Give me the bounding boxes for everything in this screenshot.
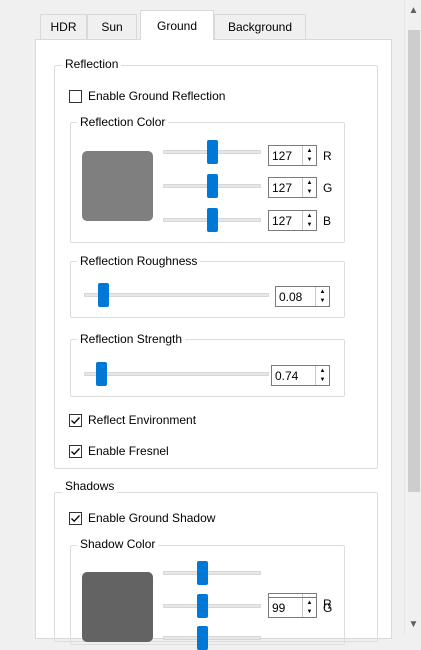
tab-label: Background [227,20,293,34]
tab-ground[interactable]: Ground [140,10,214,40]
tab-label: Sun [101,20,123,34]
reflection-g-slider[interactable] [163,174,261,198]
slider-thumb[interactable] [207,174,218,198]
slider-thumb[interactable] [96,362,107,386]
checkbox-box [69,413,82,427]
reflection-g-spinbox[interactable]: 127 ▲ ▼ [268,177,317,198]
slider-thumb[interactable] [197,594,208,618]
spin-down-icon[interactable]: ▼ [303,156,316,166]
slider-track [163,604,261,608]
reflection-color-title: Reflection Color [77,115,169,129]
reflection-roughness-spinbox[interactable]: 0.08 ▲ ▼ [275,286,330,307]
slider-track [163,636,261,640]
reflection-b-spinbox[interactable]: 127 ▲ ▼ [268,210,317,231]
spin-up-icon[interactable]: ▲ [303,598,316,608]
spinbox-value: 0.74 [275,368,299,383]
spinbox-value: 99 [272,600,286,615]
spin-down-icon[interactable]: ▼ [316,297,329,307]
channel-label-b: B [323,214,332,228]
slider-thumb[interactable] [197,561,208,585]
chevron-up-icon[interactable]: ▲ [405,2,421,19]
enable-ground-reflection-checkbox[interactable]: Enable Ground Reflection [69,89,225,103]
tab-label: HDR [50,20,77,34]
spin-up-icon[interactable]: ▲ [316,366,329,376]
checkbox-box [69,444,82,458]
enable-fresnel-checkbox[interactable]: Enable Fresnel [69,444,169,458]
checkbox-box [69,511,82,525]
checkbox-label: Enable Ground Shadow [88,511,216,525]
tab-label: Ground [156,18,198,33]
spin-down-icon[interactable]: ▼ [316,376,329,386]
reflection-r-slider[interactable] [163,140,261,164]
vertical-scrollbar[interactable]: ▲ ▼ [404,0,421,635]
channel-label-g: G [323,181,333,195]
slider-track [163,571,261,575]
spin-down-icon[interactable]: ▼ [303,221,316,231]
spin-up-icon[interactable]: ▲ [316,287,329,297]
reflection-strength-title: Reflection Strength [77,332,186,346]
checkmark-icon [71,447,80,455]
scrollbar-thumb[interactable] [408,30,420,492]
reflection-strength-spinbox[interactable]: 0.74 ▲ ▼ [271,365,330,386]
slider-thumb[interactable] [207,208,218,232]
reflection-color-swatch[interactable] [82,151,153,221]
shadow-r-slider[interactable] [163,561,261,585]
tab-hdr[interactable]: HDR [40,14,87,39]
chevron-down-icon[interactable]: ▼ [405,616,421,633]
tab-sun[interactable]: Sun [87,14,137,39]
spin-up-icon[interactable]: ▲ [303,178,316,188]
slider-thumb[interactable] [197,626,208,650]
reflect-environment-checkbox[interactable]: Reflect Environment [69,413,196,427]
spin-down-icon[interactable]: ▼ [303,188,316,198]
reflection-roughness-title: Reflection Roughness [77,254,201,268]
enable-ground-shadow-checkbox[interactable]: Enable Ground Shadow [69,511,215,525]
shadow-b-slider[interactable] [163,626,261,650]
slider-thumb[interactable] [207,140,218,164]
reflection-r-spinbox[interactable]: 127 ▲ ▼ [268,145,317,166]
slider-track [84,372,269,376]
checkbox-box [69,89,82,103]
reflection-group-title: Reflection [62,57,122,71]
slider-track [84,293,269,297]
checkbox-label: Enable Ground Reflection [88,89,226,103]
spinbox-value: 127 [272,148,293,163]
spinbox-value: 0.08 [279,289,303,304]
channel-label-g: G [323,601,333,615]
reflection-b-slider[interactable] [163,208,261,232]
reflection-roughness-slider[interactable] [84,283,269,307]
spin-up-icon[interactable]: ▲ [303,211,316,221]
checkbox-label: Enable Fresnel [88,444,169,458]
shadows-group-title: Shadows [62,479,118,493]
tab-background[interactable]: Background [214,14,306,39]
shadow-color-title: Shadow Color [77,537,159,551]
shadow-g-slider[interactable] [163,594,261,618]
checkmark-icon [71,514,80,522]
spin-up-icon[interactable]: ▲ [303,146,316,156]
reflection-strength-slider[interactable] [84,362,269,386]
slider-thumb[interactable] [98,283,109,307]
shadow-color-swatch[interactable] [82,572,153,642]
channel-label-r: R [323,149,332,163]
spin-down-icon[interactable]: ▼ [303,608,316,618]
spinbox-value: 127 [272,213,293,228]
spinbox-value: 127 [272,180,293,195]
checkmark-icon [71,416,80,424]
checkbox-label: Reflect Environment [88,413,197,427]
shadow-g-spinbox[interactable]: 99 ▲ ▼ [268,597,317,618]
